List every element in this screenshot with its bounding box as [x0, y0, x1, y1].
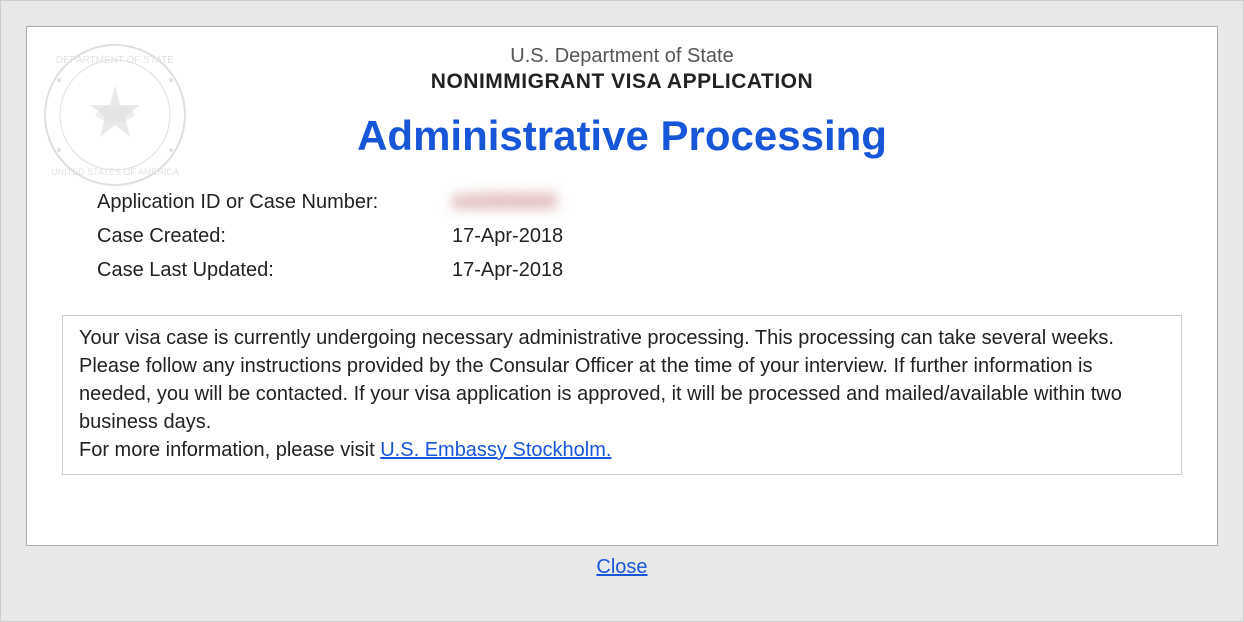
case-created-value: 17-Apr-2018: [452, 219, 563, 253]
embassy-link[interactable]: U.S. Embassy Stockholm.: [380, 439, 611, 461]
info-more-prefix: For more information, please visit: [79, 439, 380, 461]
info-box: Your visa case is currently undergoing n…: [62, 315, 1182, 475]
modal-container: DEPARTMENT OF STATE UNITED STATES OF AME…: [0, 0, 1244, 622]
status-title: Administrative Processing: [62, 112, 1182, 160]
svg-text:DEPARTMENT OF STATE: DEPARTMENT OF STATE: [56, 55, 174, 66]
info-message: Your visa case is currently undergoing n…: [79, 327, 1122, 433]
header: U.S. Department of State NONIMMIGRANT VI…: [62, 45, 1182, 94]
close-button[interactable]: Close: [596, 556, 647, 578]
case-created-label: Case Created:: [97, 219, 452, 253]
footer: Close: [26, 556, 1218, 579]
case-id-row: Application ID or Case Number: AA0000000: [97, 185, 1182, 219]
case-created-row: Case Created: 17-Apr-2018: [97, 219, 1182, 253]
us-seal-icon: DEPARTMENT OF STATE UNITED STATES OF AME…: [35, 35, 195, 200]
content-panel: DEPARTMENT OF STATE UNITED STATES OF AME…: [26, 26, 1218, 546]
svg-text:UNITED STATES OF AMERICA: UNITED STATES OF AMERICA: [51, 167, 179, 177]
case-updated-value: 17-Apr-2018: [452, 253, 563, 287]
case-details: Application ID or Case Number: AA0000000…: [97, 185, 1182, 287]
case-updated-label: Case Last Updated:: [97, 253, 452, 287]
department-label: U.S. Department of State: [62, 45, 1182, 68]
case-updated-row: Case Last Updated: 17-Apr-2018: [97, 253, 1182, 287]
application-title: NONIMMIGRANT VISA APPLICATION: [62, 70, 1182, 94]
case-id-value: AA0000000: [452, 185, 557, 219]
